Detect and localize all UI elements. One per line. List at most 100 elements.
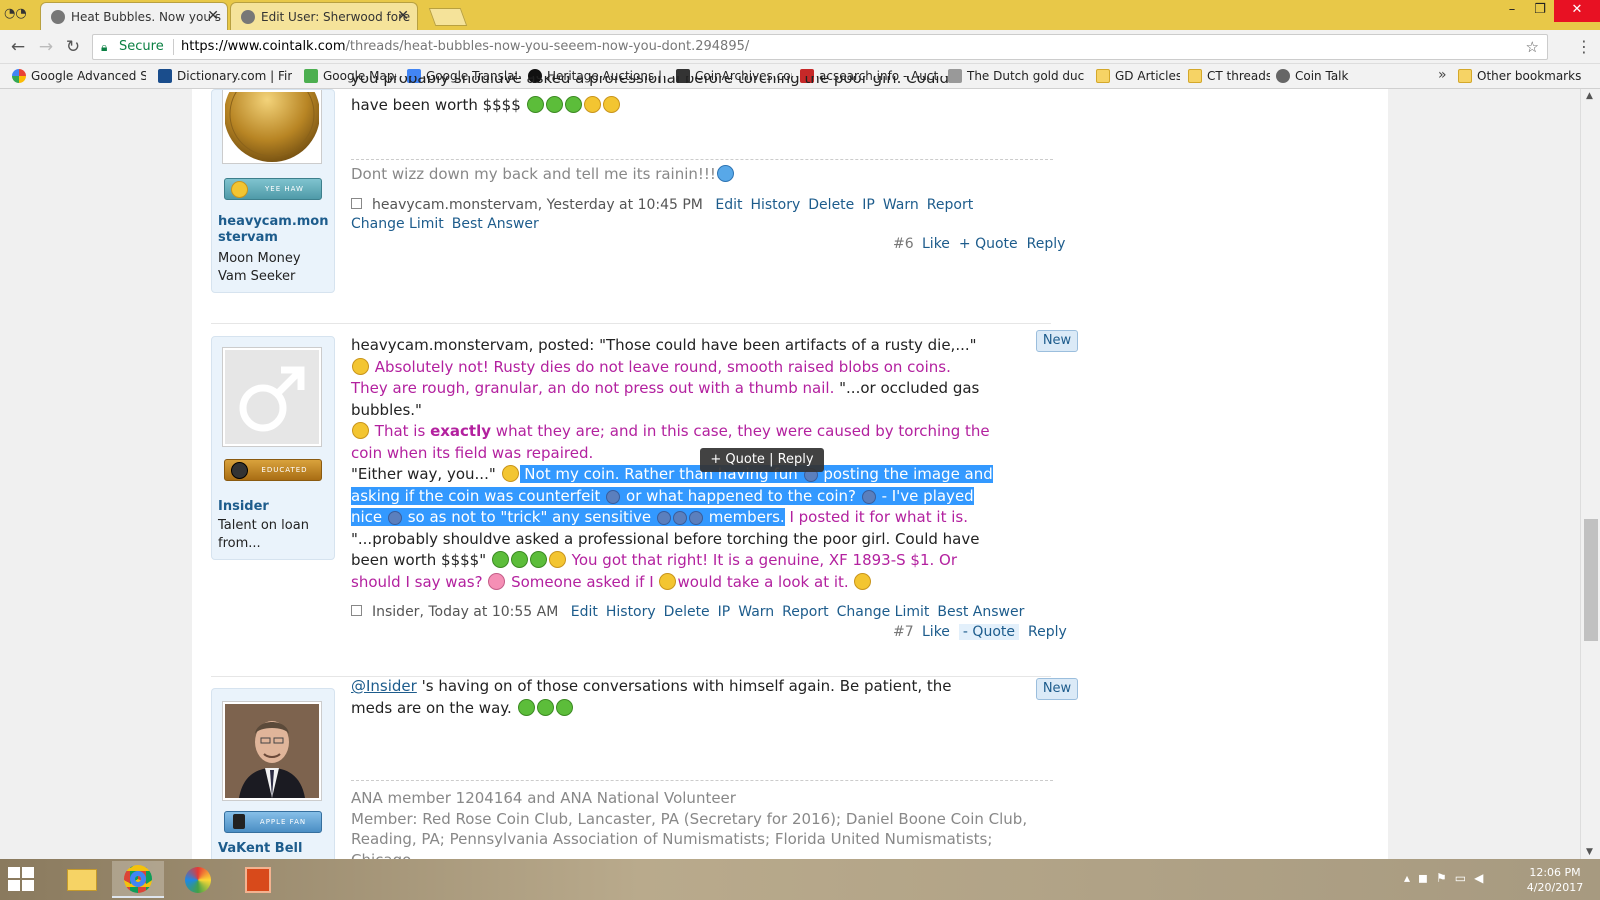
bookmark-dictionary[interactable]: Dictionary.com | Find — [158, 68, 292, 85]
delete-link[interactable]: Delete — [664, 604, 710, 620]
cointalk-favicon-icon — [51, 10, 65, 24]
select-post-checkbox[interactable] — [351, 605, 362, 616]
edit-link[interactable]: Edit — [715, 197, 742, 213]
tooltip-quote-button[interactable]: + Quote — [710, 452, 765, 467]
user-badge-yeehaw: YEE HAW — [224, 178, 322, 200]
user-info-vakent: APPLE FAN VaKent Bell — [211, 688, 335, 859]
history-link[interactable]: History — [750, 197, 800, 213]
bookmark-coin-talk[interactable]: Coin Talk — [1276, 68, 1356, 85]
avatar-heavycam[interactable] — [222, 66, 322, 164]
avatar-insider[interactable] — [222, 347, 322, 447]
quote-link[interactable]: + Quote — [959, 236, 1018, 252]
like-link[interactable]: Like — [922, 236, 950, 252]
post-author[interactable]: heavycam.monstervam — [372, 197, 538, 213]
username-insider[interactable]: Insider — [218, 499, 269, 515]
scroll-up-icon[interactable]: ▲ — [1586, 91, 1593, 101]
username-vakent[interactable]: VaKent Bell — [218, 841, 302, 858]
cry-emoji-icon — [672, 511, 687, 525]
grin-emoji-icon — [555, 698, 573, 716]
delete-link[interactable]: Delete — [808, 197, 854, 213]
chrome-icon[interactable] — [112, 861, 164, 898]
frown-emoji-icon — [501, 465, 519, 482]
avatar-vakent[interactable] — [222, 701, 322, 801]
wink-emoji-icon — [854, 572, 872, 590]
user-info-insider: EDUCATED Insider Talent on loan from... — [211, 336, 335, 560]
post7-meta: Insider, Today at 10:55 AM Edit History De… — [351, 603, 1053, 622]
back-arrow-icon[interactable]: ← — [8, 37, 28, 57]
change-limit-link[interactable]: Change Limit — [351, 216, 444, 232]
user-badge-educated: EDUCATED — [224, 459, 322, 481]
username-heavycam[interactable]: heavycam.mon stervam — [218, 214, 329, 246]
post7-actions: Like - Quote Reply — [913, 624, 1067, 640]
new-tab-button[interactable] — [428, 8, 468, 26]
bookmark-gd-articles[interactable]: GD Articles — [1096, 68, 1180, 85]
graduate-emoji-icon — [231, 462, 248, 479]
window-close-icon[interactable]: ✕ — [1554, 0, 1600, 22]
address-bar[interactable]: 🔒︎ Secure https://www.cointalk.com/threa… — [92, 34, 1548, 60]
reload-icon[interactable]: ↻ — [63, 37, 83, 57]
post-time[interactable]: Today at 10:55 AM — [428, 604, 558, 620]
tab-edit-user[interactable]: Edit User: Sherwood fore ✕ — [230, 2, 418, 30]
tab-heat-bubbles[interactable]: Heat Bubbles. Now you s ✕ — [40, 2, 228, 30]
lock-icon: 🔒︎ — [101, 40, 108, 54]
unquote-link[interactable]: - Quote — [958, 624, 1019, 640]
close-tab-icon[interactable]: ✕ — [207, 8, 219, 24]
tab-title: Heat Bubbles. Now you s — [71, 10, 222, 24]
folder-icon — [1458, 69, 1472, 83]
user-badge-apple-fan: APPLE FAN — [224, 811, 322, 833]
post-number[interactable]: #6 — [893, 236, 914, 252]
grin-emoji-icon — [517, 698, 535, 716]
system-clock[interactable]: 12:06 PM 4/20/2017 — [1520, 865, 1590, 895]
office-app-icon[interactable] — [232, 861, 284, 898]
paint-icon[interactable] — [172, 861, 224, 898]
warn-link[interactable]: Warn — [883, 197, 919, 213]
report-link[interactable]: Report — [782, 604, 828, 620]
post-author[interactable]: Insider — [372, 604, 419, 620]
scrollbar-thumb[interactable] — [1584, 519, 1598, 641]
change-limit-link[interactable]: Change Limit — [837, 604, 930, 620]
like-link[interactable]: Like — [922, 624, 950, 640]
bookmark-ct-threads[interactable]: CT threads — [1188, 68, 1270, 85]
wink-emoji-icon — [606, 489, 621, 504]
post-number[interactable]: #7 — [893, 624, 914, 640]
post-time[interactable]: Yesterday at 10:45 PM — [547, 197, 703, 213]
close-tab-icon[interactable]: ✕ — [397, 8, 409, 24]
folder-icon — [1188, 69, 1202, 83]
report-link[interactable]: Report — [927, 197, 973, 213]
incognito-menu-icon[interactable]: ◔◔ — [4, 6, 27, 24]
best-answer-link[interactable]: Best Answer — [937, 604, 1024, 620]
reply-link[interactable]: Reply — [1028, 624, 1067, 640]
mention-insider-link[interactable]: @Insider — [351, 677, 417, 695]
smile-emoji-icon — [352, 422, 369, 439]
edit-link[interactable]: Edit — [571, 604, 598, 620]
money-eyes-emoji-icon — [529, 551, 547, 568]
warn-link[interactable]: Warn — [738, 604, 774, 620]
select-post-checkbox[interactable] — [351, 198, 362, 209]
tooltip-reply-button[interactable]: Reply — [778, 452, 814, 467]
surprised-emoji-icon — [659, 572, 677, 590]
tongue-emoji-icon — [602, 96, 620, 113]
tongue-emoji-icon — [548, 551, 566, 568]
ip-link[interactable]: IP — [718, 604, 731, 620]
system-tray-icons[interactable]: ▴◼⚑▭◀ — [1404, 871, 1491, 885]
file-explorer-icon[interactable] — [56, 861, 108, 898]
bookmark-star-icon[interactable]: ☆ — [1526, 35, 1539, 59]
laughing-emoji-icon — [231, 181, 248, 198]
best-answer-link[interactable]: Best Answer — [452, 216, 539, 232]
bookmarks-overflow-icon[interactable]: » — [1438, 67, 1447, 83]
chrome-menu-icon[interactable]: ⋮ — [1576, 37, 1592, 56]
post6-meta: heavycam.monstervam, Yesterday at 10:45 … — [351, 197, 974, 232]
page-scrollbar[interactable]: ▲ ▼ — [1580, 89, 1600, 859]
history-link[interactable]: History — [606, 604, 656, 620]
reply-link[interactable]: Reply — [1027, 236, 1066, 252]
thinking-emoji-icon — [352, 357, 369, 375]
wink-emoji-icon — [861, 489, 876, 504]
forward-arrow-icon[interactable]: → — [36, 37, 56, 57]
money-eyes-emoji-icon — [510, 551, 528, 568]
scroll-down-icon[interactable]: ▼ — [1586, 847, 1593, 857]
bookmark-other[interactable]: Other bookmarks — [1458, 68, 1588, 85]
bookmark-google-advanced[interactable]: Google Advanced Sea — [12, 68, 146, 85]
cointalk-favicon-icon — [241, 10, 255, 24]
windows-start-icon[interactable] — [8, 867, 36, 893]
ip-link[interactable]: IP — [862, 197, 875, 213]
